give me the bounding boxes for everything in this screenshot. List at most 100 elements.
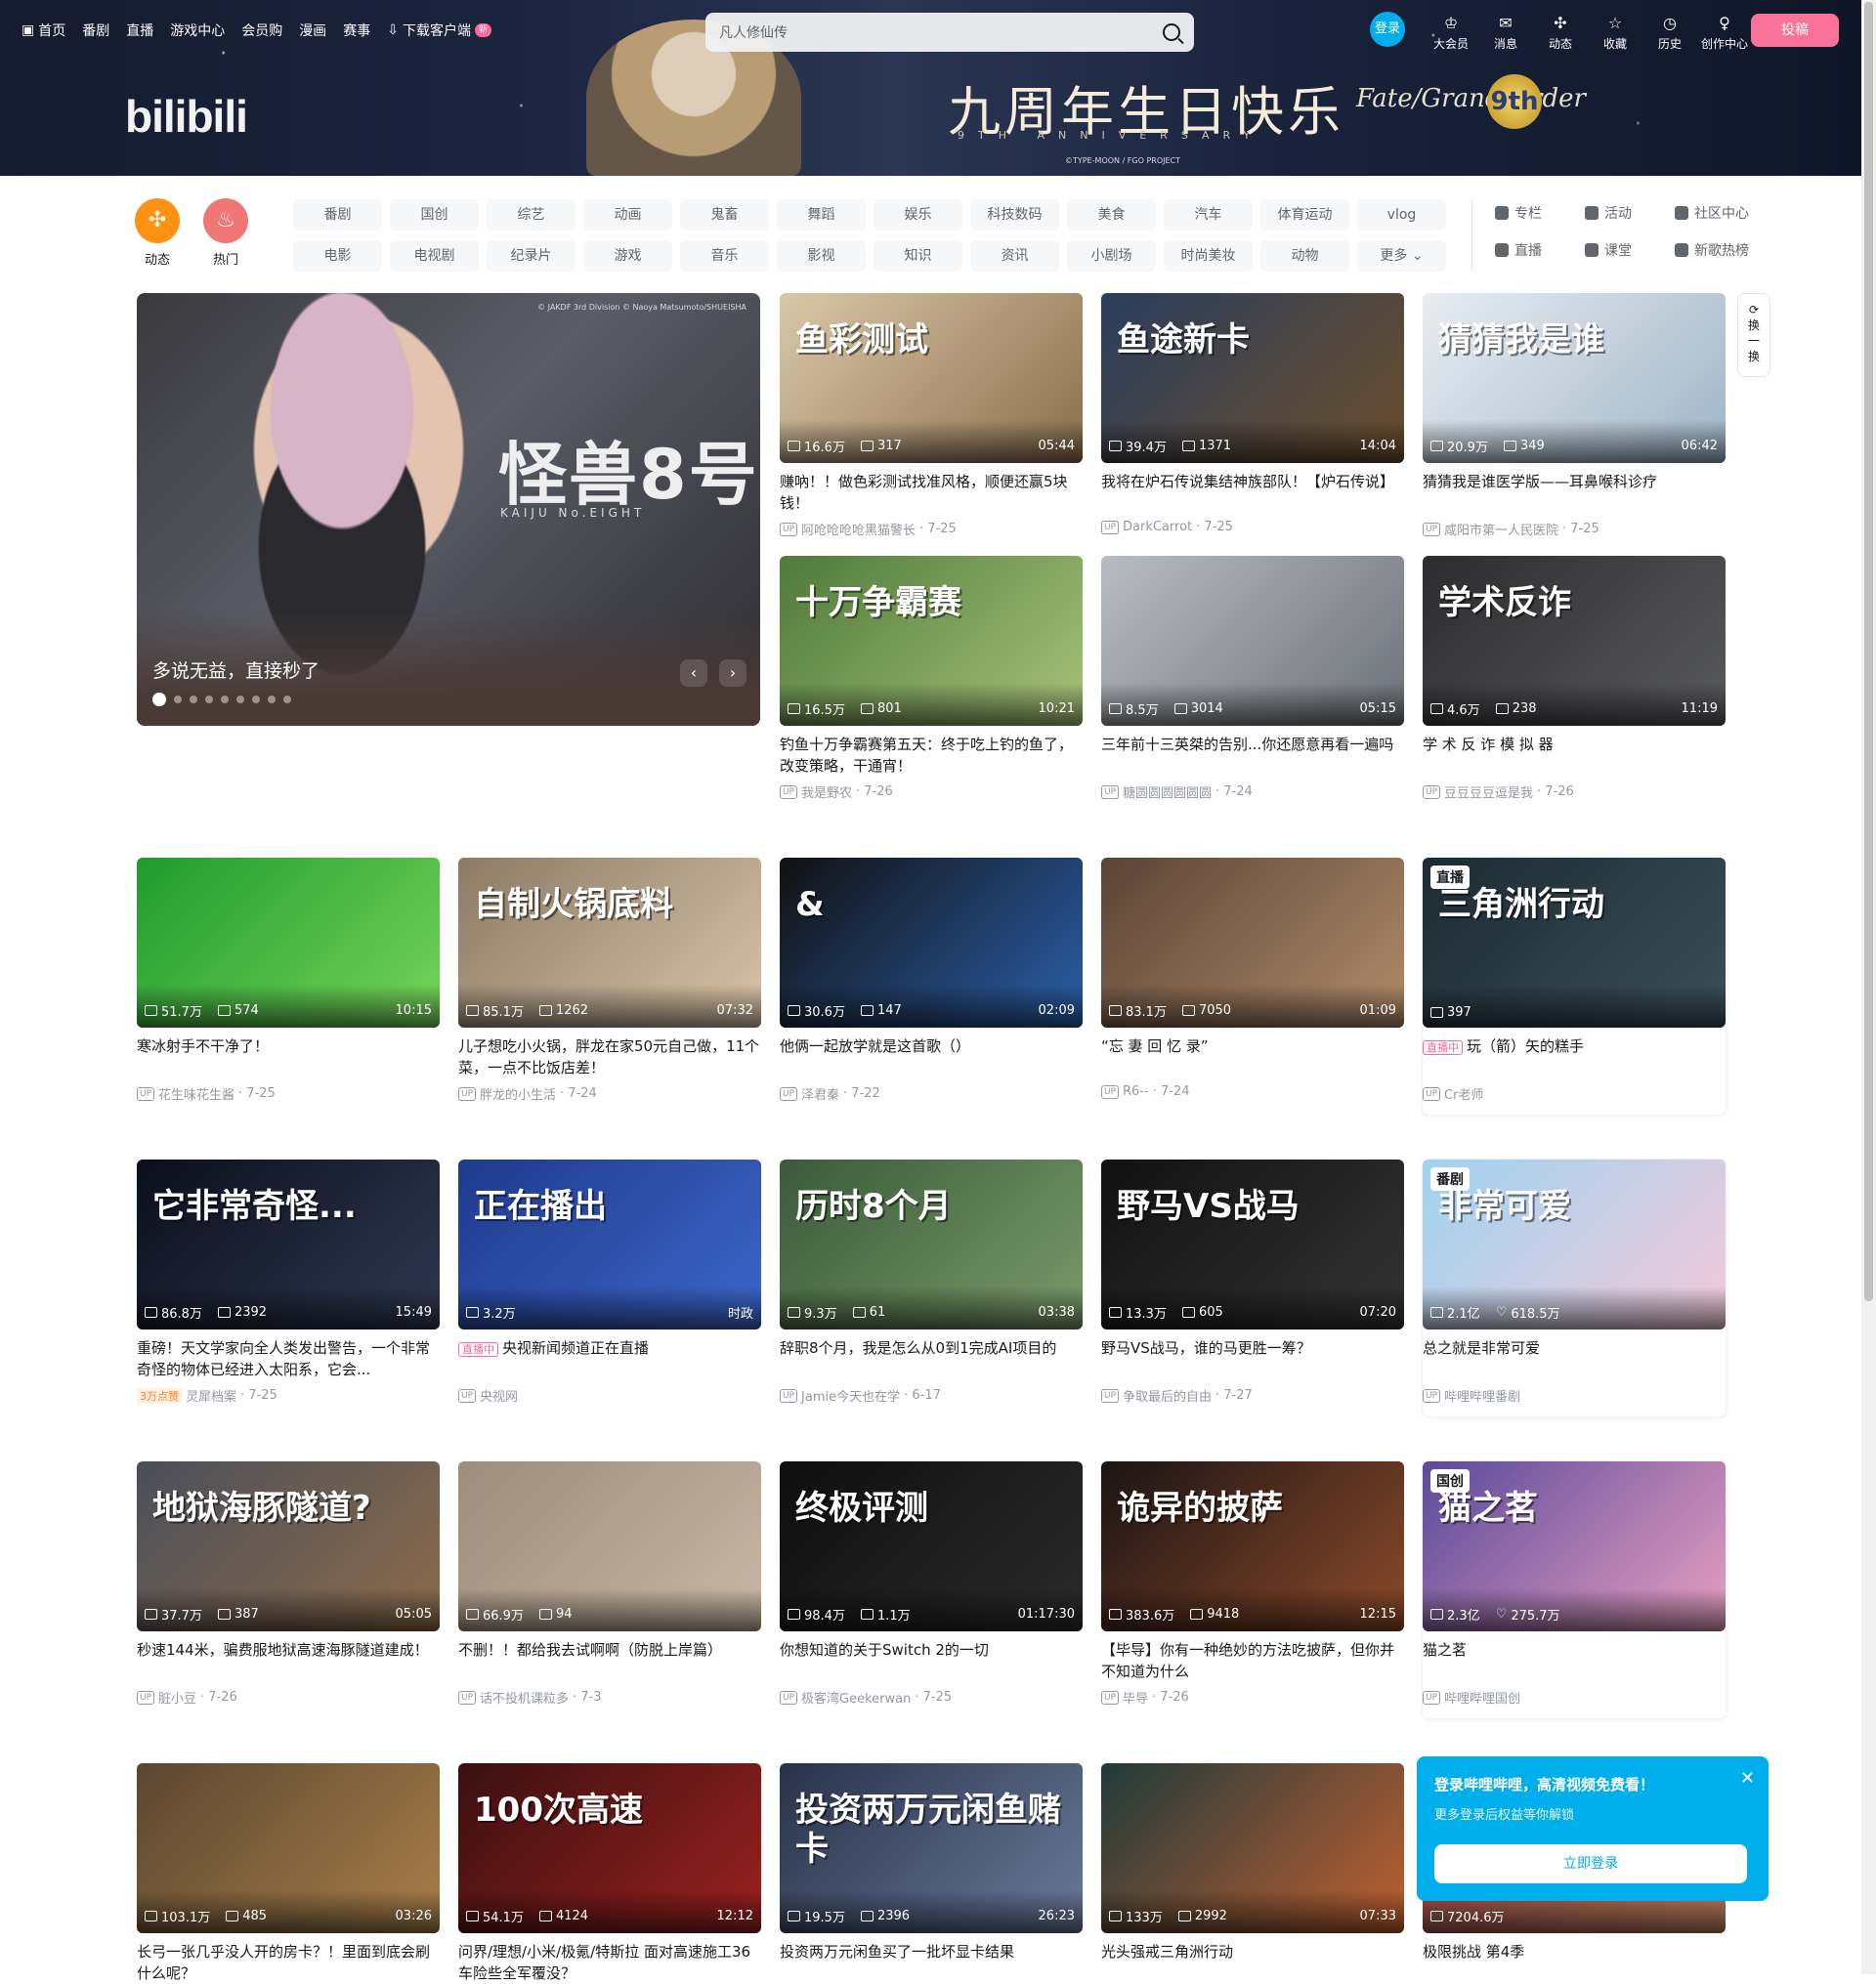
- user-nav-message[interactable]: ✉ 消息: [1479, 12, 1532, 52]
- video-thumbnail[interactable]: 非常可爱 番剧 2.1亿 ♡ 618.5万: [1423, 1160, 1726, 1330]
- video-thumbnail[interactable]: 鱼彩测试 16.6万 317 05:44: [780, 293, 1083, 463]
- uploader-name[interactable]: Jamie今天也在学: [801, 1386, 900, 1405]
- video-title[interactable]: 问界/理想/小米/极氪/特斯拉 面对高速施工36车险些全军覆没？: [458, 1941, 761, 1984]
- topnav-item[interactable]: ▣ 首页: [21, 21, 65, 40]
- video-thumbnail[interactable]: 三角洲行动 直播 397: [1423, 858, 1726, 1028]
- channel-chip[interactable]: 科技数码: [970, 199, 1059, 231]
- video-card[interactable]: 猫之茗 国创 2.3亿 ♡ 275.7万 猫之茗 UP 哔哩哔哩国创: [1423, 1461, 1726, 1718]
- prev-arrow-icon[interactable]: ‹: [680, 659, 707, 687]
- topnav-item[interactable]: 赛事: [343, 21, 370, 40]
- side-link[interactable]: 专栏: [1495, 203, 1585, 223]
- carousel-dot[interactable]: [174, 696, 182, 703]
- video-card[interactable]: 它非常奇怪... 86.8万 2392 15:49 重磅！天文学家向全人类发出警告，一个…: [137, 1160, 440, 1405]
- video-title[interactable]: 猜猜我是谁医学版——耳鼻喉科诊疗: [1423, 471, 1726, 514]
- video-card[interactable]: 133万 2992 07:33 光头强戒三角洲行动: [1101, 1763, 1404, 1984]
- uploader-name[interactable]: 胖龙的小生活: [480, 1084, 556, 1103]
- topnav-item[interactable]: 会员购: [241, 21, 282, 40]
- video-title[interactable]: “忘 妻 回 忆 录”: [1101, 1035, 1404, 1078]
- video-title[interactable]: 儿子想吃小火锅，胖龙在家50元自己做，11个菜，一点不比饭店差！: [458, 1035, 761, 1078]
- topnav-item[interactable]: ⇩ 下载客户端新: [387, 21, 491, 40]
- uploader-name[interactable]: 糖圆圆圆圆圆圆: [1123, 782, 1212, 801]
- video-thumbnail[interactable]: 终极评测 98.4万 1.1万 01:17:30: [780, 1461, 1083, 1631]
- video-card[interactable]: 自制火锅底料 85.1万 1262 07:32 儿子想吃小火锅，胖龙在家50元自己做，1…: [458, 858, 761, 1103]
- topnav-item[interactable]: 游戏中心: [170, 21, 225, 40]
- user-nav-vip[interactable]: ♔ 大会员: [1425, 12, 1477, 52]
- channel-chip[interactable]: 美食: [1067, 199, 1156, 231]
- video-thumbnail[interactable]: 学术反诈 4.6万 238 11:19: [1423, 556, 1726, 726]
- video-title[interactable]: 野马VS战马，谁的马更胜一筹？: [1101, 1337, 1404, 1380]
- video-title[interactable]: 光头强戒三角洲行动: [1101, 1941, 1404, 1984]
- search-input[interactable]: 凡人修仙传: [719, 22, 788, 42]
- video-title[interactable]: 直播中 玩（箭）矢的糕手: [1423, 1035, 1726, 1078]
- video-thumbnail[interactable]: 十万争霸赛 16.5万 801 10:21: [780, 556, 1083, 726]
- video-thumbnail[interactable]: 历时8个月 9.3万 61 03:38: [780, 1160, 1083, 1330]
- uploader-name[interactable]: 灵犀档案: [186, 1386, 236, 1405]
- channel-chip[interactable]: 娱乐: [874, 199, 962, 231]
- upload-button[interactable]: 投稿: [1751, 14, 1839, 47]
- uploader-name[interactable]: 泽君秦: [801, 1084, 839, 1103]
- video-card[interactable]: 100次高速 54.1万 4124 12:12 问界/理想/小米/极氪/特斯拉 面对高速…: [458, 1763, 761, 1984]
- user-nav-bulb[interactable]: ♀ 创作中心: [1698, 12, 1751, 52]
- topnav-item[interactable]: 漫画: [299, 21, 326, 40]
- hero-caption[interactable]: 多说无益，直接秒了: [152, 656, 320, 683]
- uploader-name[interactable]: R6--: [1123, 1084, 1149, 1099]
- hero-carousel[interactable]: 怪兽8号 KAIJU No.EIGHT © JAKDF 3rd Division…: [137, 293, 760, 726]
- video-card[interactable]: 66.9万 94 不删！！都给我去试啊啊（防脱上岸篇） UP 话不投机课粒多 · 7-3: [458, 1461, 761, 1707]
- channel-chip[interactable]: 舞蹈: [777, 199, 866, 231]
- channel-chip[interactable]: 电影: [293, 240, 382, 272]
- video-card[interactable]: & 30.6万 147 02:09 他俩一起放学就是这首歌（） UP 泽君秦 · 7-22: [780, 858, 1083, 1103]
- carousel-dot[interactable]: [283, 696, 291, 703]
- uploader-name[interactable]: 花生味花生酱: [158, 1084, 234, 1103]
- channel-chip[interactable]: 体育运动: [1260, 199, 1349, 231]
- video-thumbnail[interactable]: 83.1万 7050 01:09: [1101, 858, 1404, 1028]
- carousel-dot[interactable]: [205, 696, 213, 703]
- video-card[interactable]: 非常可爱 番剧 2.1亿 ♡ 618.5万 总之就是非常可爱 UP 哔哩哔哩番剧: [1423, 1160, 1726, 1416]
- video-thumbnail[interactable]: 103.1万 485 03:26: [137, 1763, 440, 1933]
- video-title[interactable]: 你想知道的关于Switch 2的一切: [780, 1639, 1083, 1682]
- video-thumbnail[interactable]: 正在播出 3.2万 时政: [458, 1160, 761, 1330]
- channel-chip[interactable]: 影视: [777, 240, 866, 272]
- uploader-name[interactable]: 脏小豆: [158, 1688, 196, 1707]
- uploader-name[interactable]: 豆豆豆豆逗是我: [1444, 782, 1533, 801]
- channel-chip[interactable]: 动物: [1260, 240, 1349, 272]
- side-link[interactable]: 新歌热榜: [1675, 240, 1765, 260]
- video-card[interactable]: 历时8个月 9.3万 61 03:38 辞职8个月，我是怎么从0到1完成AI项目的 UP J…: [780, 1160, 1083, 1405]
- video-card[interactable]: 学术反诈 4.6万 238 11:19 学 术 反 诈 模 拟 器 UP 豆豆豆豆逗是我 · …: [1423, 556, 1726, 801]
- video-title[interactable]: 极限挑战 第4季: [1423, 1941, 1726, 1984]
- channel-chip[interactable]: 小剧场: [1067, 240, 1156, 272]
- uploader-name[interactable]: 争取最后的自由: [1123, 1386, 1212, 1405]
- video-card[interactable]: 终极评测 98.4万 1.1万 01:17:30 你想知道的关于Switch 2的一切 U…: [780, 1461, 1083, 1707]
- video-card[interactable]: 诡异的披萨 383.6万 9418 12:15 【毕导】你有一种绝妙的方法吃披萨，但你并…: [1101, 1461, 1404, 1707]
- video-title[interactable]: 我将在炉石传说集结神族部队！【炉石传说】: [1101, 471, 1404, 514]
- video-card[interactable]: 三角洲行动 直播 397 直播中 玩（箭）矢的糕手 UP Cr老师: [1423, 858, 1726, 1115]
- uploader-name[interactable]: 央视网: [480, 1386, 518, 1405]
- video-card[interactable]: 8.5万 3014 05:15 三年前十三英桀的告别...你还愿意再看一遍吗 UP 糖圆圆…: [1101, 556, 1404, 801]
- search-bar[interactable]: 凡人修仙传: [705, 13, 1194, 52]
- carousel-dot[interactable]: [190, 696, 197, 703]
- uploader-name[interactable]: 毕导: [1123, 1688, 1148, 1707]
- channel-chip[interactable]: 汽车: [1164, 199, 1253, 231]
- uploader-name[interactable]: Cr老师: [1444, 1084, 1483, 1103]
- carousel-dot[interactable]: [221, 696, 229, 703]
- video-card[interactable]: 鱼途新卡 39.4万 1371 14:04 我将在炉石传说集结神族部队！【炉石传说】 UP…: [1101, 293, 1404, 534]
- dynamic-channel[interactable]: ✣ 动态: [135, 198, 180, 268]
- video-title[interactable]: 投资两万元闲鱼买了一批坏显卡结果: [780, 1941, 1083, 1984]
- search-icon[interactable]: [1163, 23, 1180, 41]
- video-title[interactable]: 他俩一起放学就是这首歌（）: [780, 1035, 1083, 1078]
- video-title[interactable]: 直播中 央视新闻频道正在直播: [458, 1337, 761, 1380]
- side-link[interactable]: 活动: [1585, 203, 1675, 223]
- carousel-dot[interactable]: [236, 696, 244, 703]
- video-thumbnail[interactable]: 8.5万 3014 05:15: [1101, 556, 1404, 726]
- login-avatar[interactable]: 登录: [1370, 12, 1405, 47]
- topnav-item[interactable]: 番剧: [82, 21, 109, 40]
- video-card[interactable]: 十万争霸赛 16.5万 801 10:21 钓鱼十万争霸赛第五天：终于吃上钓的鱼了，改变…: [780, 556, 1083, 801]
- uploader-name[interactable]: 我是野农: [801, 782, 852, 801]
- channel-chip[interactable]: vlog: [1357, 199, 1446, 231]
- video-card[interactable]: 野马VS战马 13.3万 605 07:20 野马VS战马，谁的马更胜一筹？ UP 争取最后…: [1101, 1160, 1404, 1405]
- video-card[interactable]: 地狱海豚隧道? 37.7万 387 05:05 秒速144米，骗费服地狱高速海豚隧道建成…: [137, 1461, 440, 1707]
- login-button[interactable]: 立即登录: [1434, 1844, 1747, 1883]
- close-icon[interactable]: ✕: [1740, 1768, 1755, 1789]
- video-card[interactable]: 正在播出 3.2万 时政 直播中 央视新闻频道正在直播 UP 央视网: [458, 1160, 761, 1405]
- video-thumbnail[interactable]: 100次高速 54.1万 4124 12:12: [458, 1763, 761, 1933]
- video-thumbnail[interactable]: 鱼途新卡 39.4万 1371 14:04: [1101, 293, 1404, 463]
